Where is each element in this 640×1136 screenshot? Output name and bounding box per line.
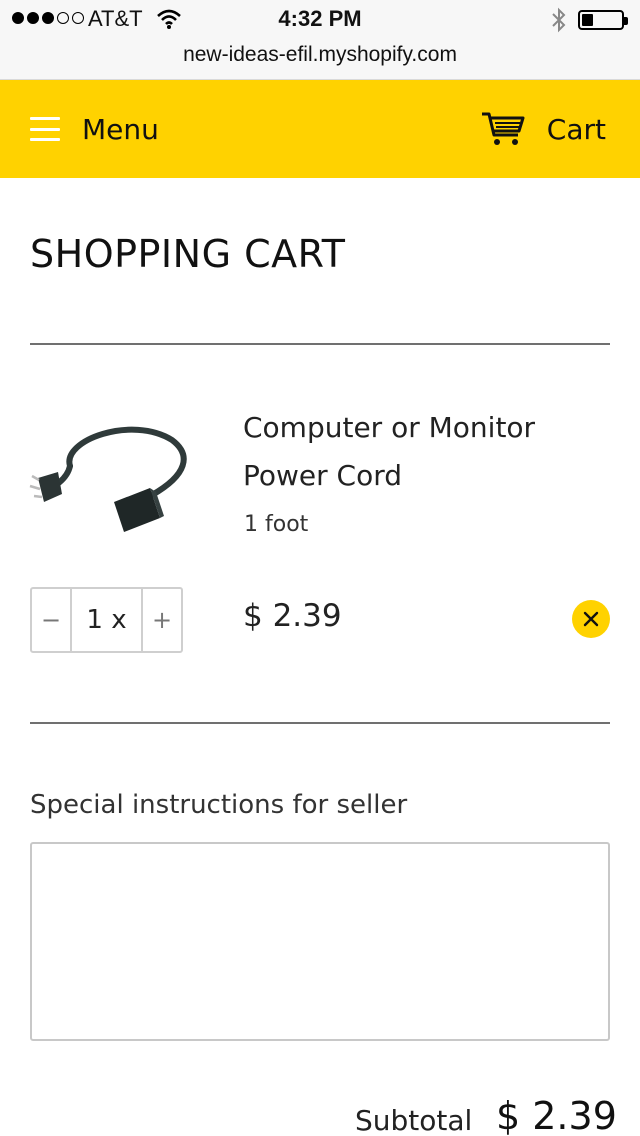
page-title: SHOPPING CART <box>30 232 346 276</box>
item-price: $ 2.39 <box>243 598 342 634</box>
address-bar[interactable]: new-ideas-efil.myshopify.com <box>0 40 640 80</box>
decrement-button[interactable]: − <box>32 589 70 651</box>
quantity-stepper: − 1 x + <box>30 587 183 653</box>
power-cord-image[interactable] <box>22 410 192 550</box>
increment-button[interactable]: + <box>143 589 181 651</box>
quantity-value[interactable]: 1 x <box>70 589 143 651</box>
site-header: Menu Cart <box>0 80 640 178</box>
divider <box>30 722 610 724</box>
clock: 4:32 PM <box>278 6 362 31</box>
bluetooth-icon <box>552 7 566 33</box>
instructions-textarea[interactable] <box>30 842 610 1041</box>
hamburger-icon <box>30 117 60 141</box>
subtotal-label: Subtotal <box>355 1104 473 1136</box>
divider <box>30 343 610 345</box>
product-variant: 1 foot <box>244 512 309 537</box>
url-text: new-ideas-efil.myshopify.com <box>183 43 457 66</box>
cart-button[interactable]: Cart <box>481 104 606 154</box>
close-icon <box>583 611 599 627</box>
status-bar: AT&T 4:32 PM <box>0 0 640 40</box>
shopping-cart-icon <box>481 112 525 145</box>
menu-label: Menu <box>82 112 159 146</box>
remove-item-button[interactable] <box>572 600 610 638</box>
cart-label: Cart <box>546 112 606 146</box>
product-title[interactable]: Computer or Monitor Power Cord <box>243 404 583 500</box>
subtotal-value: $ 2.39 <box>496 1094 617 1136</box>
battery-icon <box>578 10 628 30</box>
instructions-label: Special instructions for seller <box>30 790 408 820</box>
menu-button[interactable]: Menu <box>30 104 159 154</box>
